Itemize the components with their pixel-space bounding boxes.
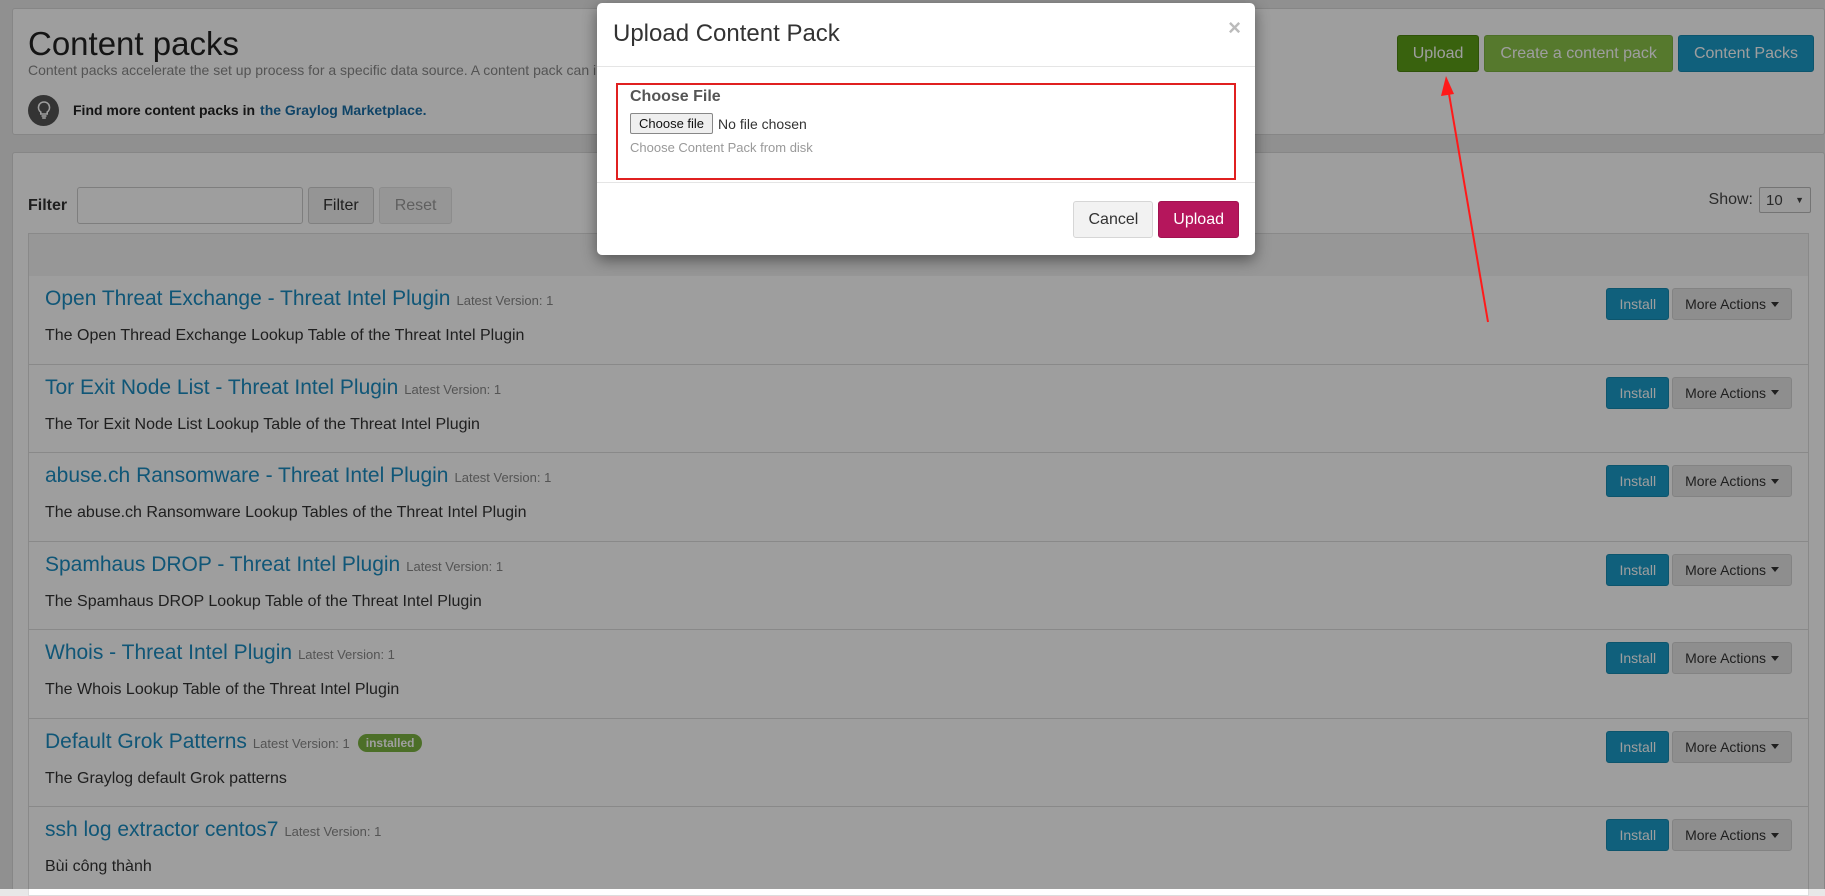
modal-buttons: Cancel Upload — [1073, 201, 1239, 238]
file-help-text: Choose Content Pack from disk — [630, 140, 813, 155]
modal-footer: Cancel Upload — [597, 182, 1255, 255]
file-status: No file chosen — [718, 115, 807, 132]
modal-header: Upload Content Pack × — [597, 3, 1255, 67]
cancel-button[interactable]: Cancel — [1073, 201, 1154, 238]
choose-file-button[interactable]: Choose file — [630, 113, 714, 134]
file-field-highlight: Choose File Choose file No file chosen C… — [616, 83, 1236, 180]
upload-content-pack-modal: Upload Content Pack × Choose File Choose… — [597, 3, 1255, 255]
close-icon[interactable]: × — [1228, 17, 1241, 39]
choose-file-label: Choose File — [630, 88, 721, 105]
modal-upload-button[interactable]: Upload — [1158, 201, 1239, 238]
file-input: Choose file No file chosen — [630, 113, 807, 134]
modal-title: Upload Content Pack — [613, 20, 840, 47]
